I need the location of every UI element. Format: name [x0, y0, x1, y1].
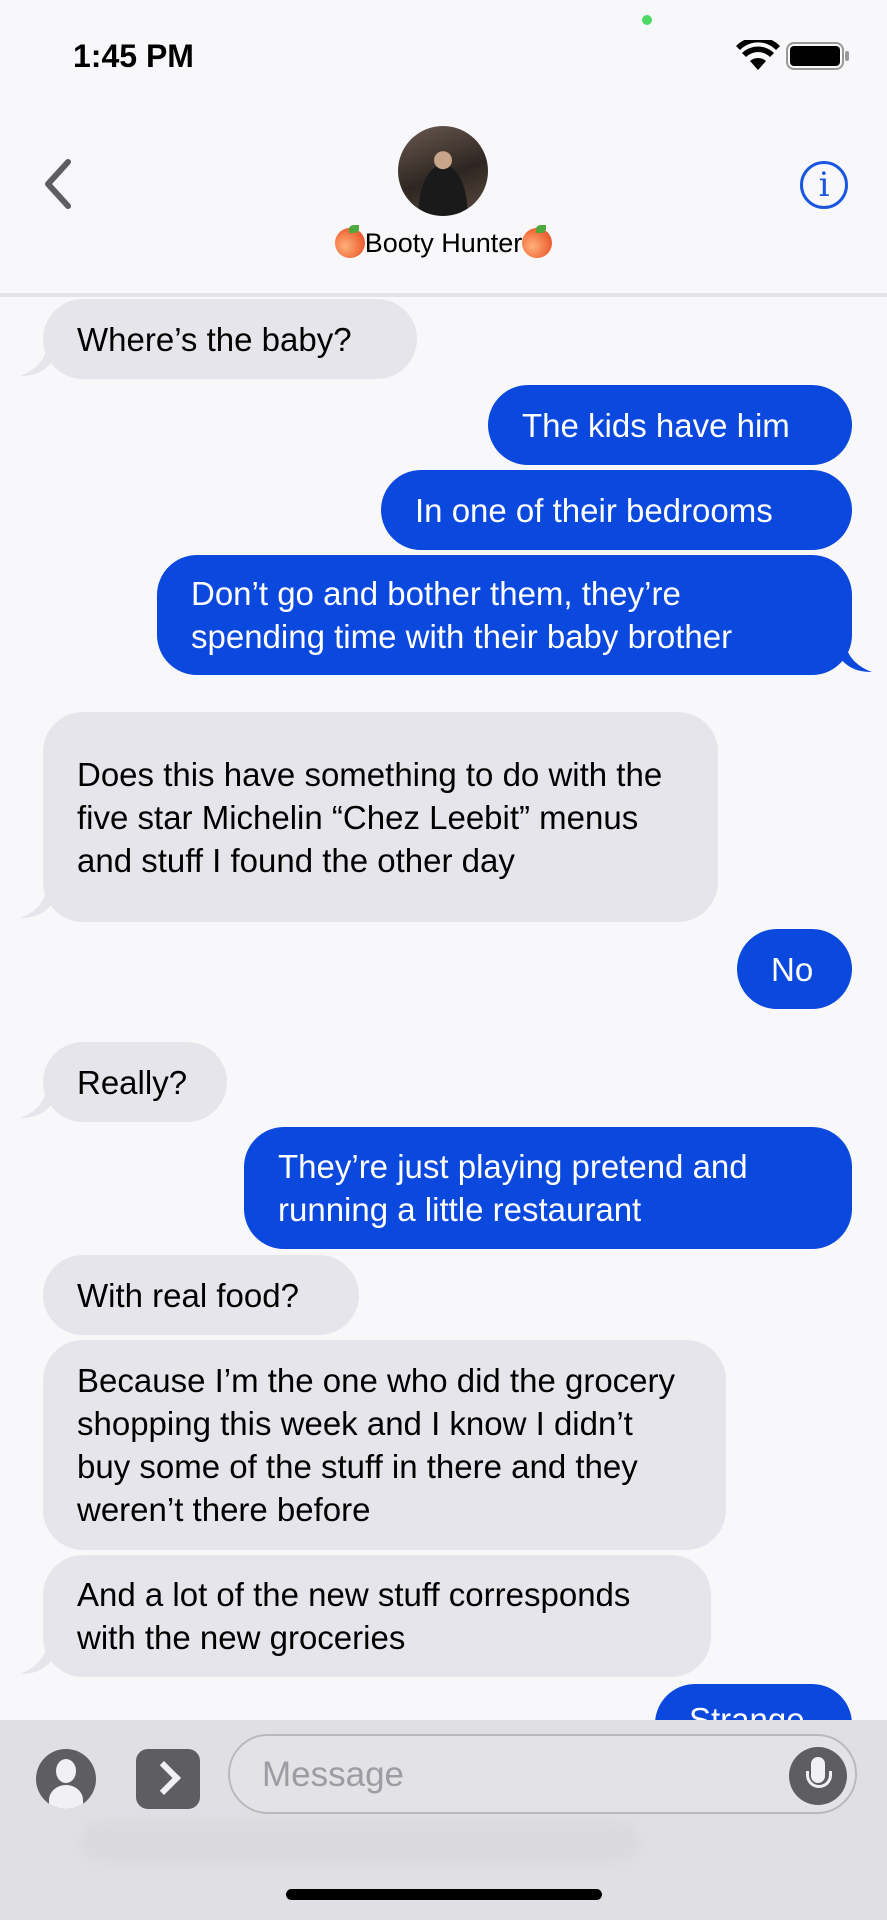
camera-indicator-icon	[642, 15, 652, 25]
message-text: In one of their bedrooms	[415, 491, 773, 529]
contact-avatar[interactable]	[398, 126, 488, 216]
received-message: Because I’m the one who did the grocery …	[43, 1340, 726, 1550]
message-text: Does this have something to do with the …	[77, 755, 663, 879]
status-time: 1:45 PM	[73, 38, 194, 74]
chevron-right-icon	[147, 1761, 181, 1795]
contact-name-label: Booty Hunter	[364, 228, 523, 258]
info-icon: i	[818, 165, 830, 205]
bubble-tail-icon	[20, 892, 60, 918]
message-text: Really?	[77, 1063, 188, 1101]
message-text: No	[771, 950, 814, 988]
info-button[interactable]: i	[800, 161, 848, 209]
sent-message: Don’t go and bother them, they’re spendi…	[157, 555, 852, 675]
message-input-field[interactable]	[228, 1734, 857, 1814]
peach-emoji-icon	[334, 225, 365, 258]
received-message: With real food?	[43, 1255, 359, 1335]
bubble-tail-icon	[20, 1092, 60, 1118]
received-message: Really?	[43, 1042, 227, 1122]
message-text: Where’s the baby?	[77, 320, 352, 358]
message-text: With real food?	[77, 1276, 299, 1314]
wifi-icon	[736, 40, 780, 70]
received-message: Where’s the baby?	[43, 299, 417, 379]
home-indicator[interactable]	[286, 1889, 602, 1900]
contact-name[interactable]: Booty Hunter	[0, 225, 887, 259]
battery-icon	[786, 42, 849, 70]
bubble-tail-icon	[20, 350, 60, 376]
blurred-background-text	[80, 1822, 640, 1862]
received-message: And a lot of the new stuff corresponds w…	[43, 1555, 711, 1677]
message-text: And a lot of the new stuff corresponds w…	[77, 1576, 631, 1656]
memoji-app-icon[interactable]	[36, 1749, 96, 1809]
message-text: Because I’m the one who did the grocery …	[77, 1362, 676, 1528]
message-input[interactable]	[260, 1748, 744, 1802]
message-text: They’re just playing pretend and running…	[278, 1148, 748, 1228]
message-text: The kids have him	[522, 406, 790, 444]
bubble-tail-icon	[832, 646, 872, 672]
back-chevron-icon[interactable]	[40, 158, 76, 210]
bubble-tail-icon	[20, 1648, 60, 1674]
microphone-icon[interactable]	[789, 1747, 847, 1805]
message-text: Don’t go and bother them, they’re spendi…	[191, 575, 733, 655]
sent-message: The kids have him	[488, 385, 852, 465]
app-drawer-button[interactable]	[136, 1749, 200, 1809]
received-message: Does this have something to do with the …	[43, 712, 718, 922]
sent-message: They’re just playing pretend and running…	[244, 1127, 852, 1249]
sent-message: In one of their bedrooms	[381, 470, 852, 550]
sent-message: No	[737, 929, 852, 1009]
peach-emoji-icon	[522, 225, 553, 258]
